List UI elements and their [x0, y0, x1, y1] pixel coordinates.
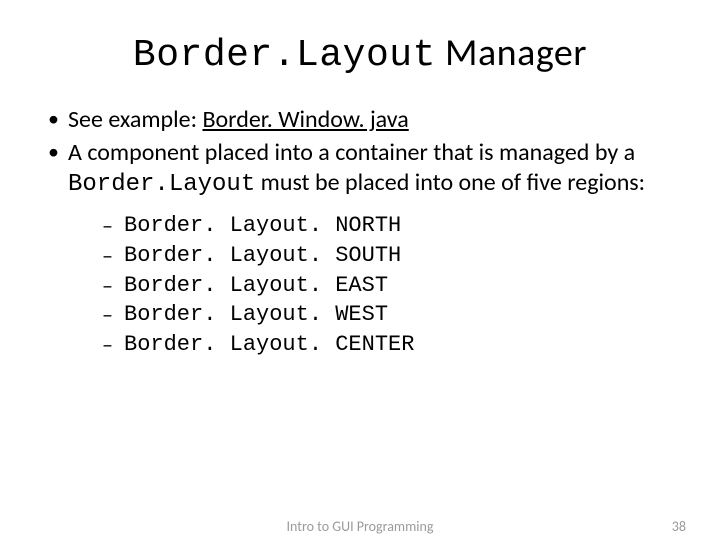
title-rest: Manager: [436, 30, 587, 76]
region-list: Border. Layout. NORTH Border. Layout. SO…: [68, 211, 682, 359]
bullet-2: A component placed into a container that…: [46, 138, 682, 360]
bullet-1-prefix: See example:: [68, 105, 202, 134]
bullet-1: See example: Border. Window. java: [46, 105, 682, 136]
region-item: Border. Layout. NORTH: [102, 211, 682, 241]
footer-center: Intro to GUI Programming: [287, 518, 434, 535]
bullet-2-post: must be placed into one of five regions:: [255, 168, 645, 197]
region-item: Border. Layout. WEST: [102, 300, 682, 330]
bullet-list: See example: Border. Window. java A comp…: [38, 105, 682, 360]
bullet-2-pre: A component placed into a container that…: [68, 138, 635, 167]
slide-title: Border.Layout Manager: [38, 30, 682, 77]
title-code: Border.Layout: [133, 34, 436, 77]
slide: Border.Layout Manager See example: Borde…: [0, 0, 720, 540]
region-item: Border. Layout. EAST: [102, 271, 682, 301]
region-item: Border. Layout. SOUTH: [102, 241, 682, 271]
region-item: Border. Layout. CENTER: [102, 330, 682, 360]
bullet-2-code: Border.Layout: [68, 171, 255, 198]
page-number: 38: [672, 518, 686, 535]
example-link[interactable]: Border. Window. java: [202, 105, 408, 134]
